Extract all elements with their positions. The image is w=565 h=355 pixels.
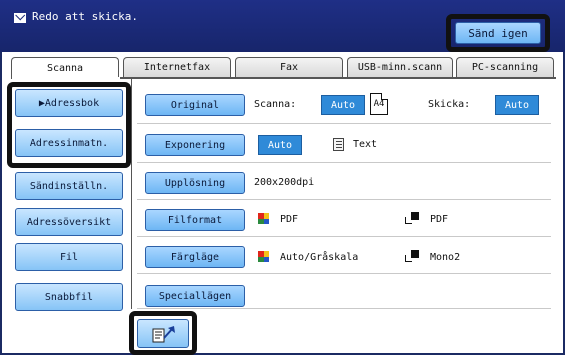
scan-size-label: A4 <box>373 99 385 109</box>
row-divider <box>137 236 551 237</box>
resolution-button[interactable]: Upplösning <box>145 172 245 194</box>
special-modes-button[interactable]: Speciallägen <box>145 285 245 307</box>
sidebar-item-quick-file[interactable]: Snabbfil <box>15 283 123 311</box>
a4-page-icon: A4 <box>370 93 388 115</box>
exposure-button[interactable]: Exponering <box>145 134 245 156</box>
status-message: Redo att skicka. <box>32 10 138 23</box>
active-tab-gap <box>12 77 120 80</box>
exposure-mode-label: Text <box>353 139 378 150</box>
file-format-button[interactable]: Filformat <box>145 209 245 231</box>
color-mode-mono-value: Mono2 <box>430 252 461 263</box>
scan-label: Scanna: <box>254 99 297 110</box>
mono-mode-icon <box>405 250 419 262</box>
sidebar-item-send-settings[interactable]: Sändinställn. <box>15 172 123 200</box>
sidebar-item-address-review[interactable]: Adressöversikt <box>15 208 123 236</box>
color-mode-color-value: Auto/Gråskala <box>280 252 359 263</box>
sidebar-item-address-book[interactable]: ▶Adressbok <box>15 89 123 117</box>
row-divider <box>137 123 551 124</box>
exposure-value: Auto <box>258 135 302 155</box>
scan-to-send-button[interactable] <box>137 319 189 348</box>
tab-pc-scanning[interactable]: PC-scanning <box>456 57 554 77</box>
text-document-icon <box>333 138 344 151</box>
row-divider <box>137 162 551 163</box>
original-button[interactable]: Original <box>145 94 245 116</box>
color-mode-icon <box>258 213 269 224</box>
resolution-value: 200x200dpi <box>254 177 315 188</box>
sidebar-item-address-entry[interactable]: Adressinmatn. <box>15 129 123 157</box>
color-mode-button[interactable]: Färgläge <box>145 246 245 268</box>
tab-internet-fax[interactable]: Internetfax <box>123 57 231 77</box>
send-size-value: Auto <box>495 95 539 115</box>
file-format-mono-value: PDF <box>430 214 449 225</box>
tab-scan[interactable]: Scanna <box>11 57 119 79</box>
row-divider <box>137 308 551 309</box>
color-mode-icon <box>258 251 269 262</box>
resend-button[interactable]: Sänd igen <box>455 22 541 44</box>
sidebar-item-file[interactable]: Fil <box>15 243 123 271</box>
file-format-color-value: PDF <box>280 214 299 225</box>
send-label: Skicka: <box>428 99 471 110</box>
scan-size-value: Auto <box>321 95 365 115</box>
envelope-icon <box>14 13 26 23</box>
row-divider <box>137 199 551 200</box>
tab-fax[interactable]: Fax <box>235 57 343 77</box>
tab-usb-scan[interactable]: USB-minn.scann <box>347 57 453 77</box>
mono-mode-icon <box>405 212 419 224</box>
mode-tabs: Scanna Internetfax Fax USB-minn.scann PC… <box>11 57 556 79</box>
scan-to-send-icon <box>152 326 175 343</box>
row-divider <box>137 273 551 274</box>
